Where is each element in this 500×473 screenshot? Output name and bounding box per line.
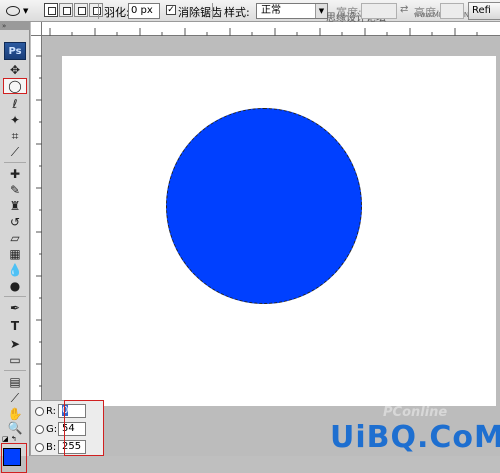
slice-tool-icon[interactable]: ⟋: [3, 144, 27, 160]
width-label: 宽度:: [336, 6, 362, 19]
height-input[interactable]: [440, 3, 464, 19]
style-select[interactable]: 正常 ▼: [256, 3, 328, 19]
height-label: 高度:: [414, 6, 440, 19]
magic-wand-tool-icon[interactable]: ✦: [3, 112, 27, 128]
elliptical-marquee-tool-icon[interactable]: ◯: [3, 78, 27, 94]
path-selection-tool-icon[interactable]: ➤: [3, 336, 27, 352]
shape-tool-icon[interactable]: ▭: [3, 352, 27, 368]
blur-tool-icon[interactable]: 💧: [3, 262, 27, 278]
crop-tool-icon[interactable]: ⌗: [3, 128, 27, 144]
swap-icon[interactable]: ⇄: [400, 4, 408, 15]
panel-grip-icon[interactable]: »: [0, 22, 30, 30]
foreground-color-swatch[interactable]: [3, 448, 21, 466]
antialias-label: 消除锯齿: [178, 6, 222, 19]
vertical-ruler[interactable]: [31, 36, 42, 456]
new-selection-button[interactable]: [44, 3, 58, 17]
green-label: G:: [46, 423, 58, 435]
blue-label: B:: [46, 441, 57, 453]
green-radio[interactable]: [35, 424, 44, 434]
healing-brush-tool-icon[interactable]: ✚: [3, 166, 27, 182]
brush-tool-icon[interactable]: ✎: [3, 182, 27, 198]
add-to-selection-button[interactable]: [59, 3, 73, 17]
selection-mode-group: [44, 3, 103, 17]
pconline-watermark: PConline: [383, 405, 448, 420]
divider: [4, 162, 26, 163]
tool-preset-picker[interactable]: ▼: [2, 2, 36, 20]
circle-selection[interactable]: [166, 108, 362, 304]
divider: [98, 3, 99, 19]
ruler-origin[interactable]: [31, 22, 42, 36]
uibq-watermark: UiBQ.CoM: [330, 420, 500, 455]
clone-stamp-tool-icon[interactable]: ♜: [3, 198, 27, 214]
divider: [4, 296, 26, 297]
tools-panel: » Ps ✥ ◯ ℓ ✦ ⌗ ⟋ ✚ ✎ ♜ ↺ ▱ ▦ 💧 ● ✒ T ➤ ▭…: [0, 22, 30, 473]
divider: [4, 370, 26, 371]
width-input[interactable]: [361, 3, 397, 19]
blue-radio[interactable]: [35, 442, 44, 452]
feather-input[interactable]: 0 px: [128, 3, 160, 19]
move-tool-icon[interactable]: ✥: [3, 62, 27, 78]
divider: [212, 3, 213, 19]
eyedropper-tool-icon[interactable]: ⟋: [3, 390, 27, 406]
subtract-from-selection-button[interactable]: [74, 3, 88, 17]
gradient-tool-icon[interactable]: ▦: [3, 246, 27, 262]
rgb-values-highlight: [64, 400, 104, 456]
horizontal-ruler-ticks: [49, 28, 478, 36]
refine-edge-button[interactable]: Refi: [468, 2, 500, 20]
red-radio[interactable]: [35, 406, 44, 416]
history-brush-tool-icon[interactable]: ↺: [3, 214, 27, 230]
style-label: 样式:: [224, 6, 250, 19]
dodge-tool-icon[interactable]: ●: [3, 278, 27, 294]
zoom-tool-icon[interactable]: 🔍: [3, 420, 27, 436]
vertical-ruler-ticks: [36, 55, 42, 453]
style-select-value: 正常: [261, 5, 281, 16]
options-bar: ▼ 羽化: 0 px ✓ 消除锯齿 样式: 正常 ▼ 思缘设计论坛 www.MI…: [0, 0, 500, 24]
horizontal-ruler[interactable]: [42, 22, 500, 36]
ellipse-marquee-icon: [6, 6, 20, 16]
notes-tool-icon[interactable]: ▤: [3, 374, 27, 390]
eraser-tool-icon[interactable]: ▱: [3, 230, 27, 246]
red-label: R:: [46, 405, 57, 417]
default-colors-icon[interactable]: ◪ ↰: [2, 435, 17, 443]
lasso-tool-icon[interactable]: ℓ: [3, 96, 27, 112]
pen-tool-icon[interactable]: ✒: [3, 300, 27, 316]
chevron-down-icon: ▼: [23, 7, 29, 15]
intersect-selection-button[interactable]: [89, 3, 103, 17]
ps-logo[interactable]: Ps: [4, 42, 26, 60]
type-tool-icon[interactable]: T: [3, 318, 27, 334]
antialias-checkbox[interactable]: ✓: [166, 5, 176, 15]
feather-label: 羽化:: [104, 6, 130, 19]
